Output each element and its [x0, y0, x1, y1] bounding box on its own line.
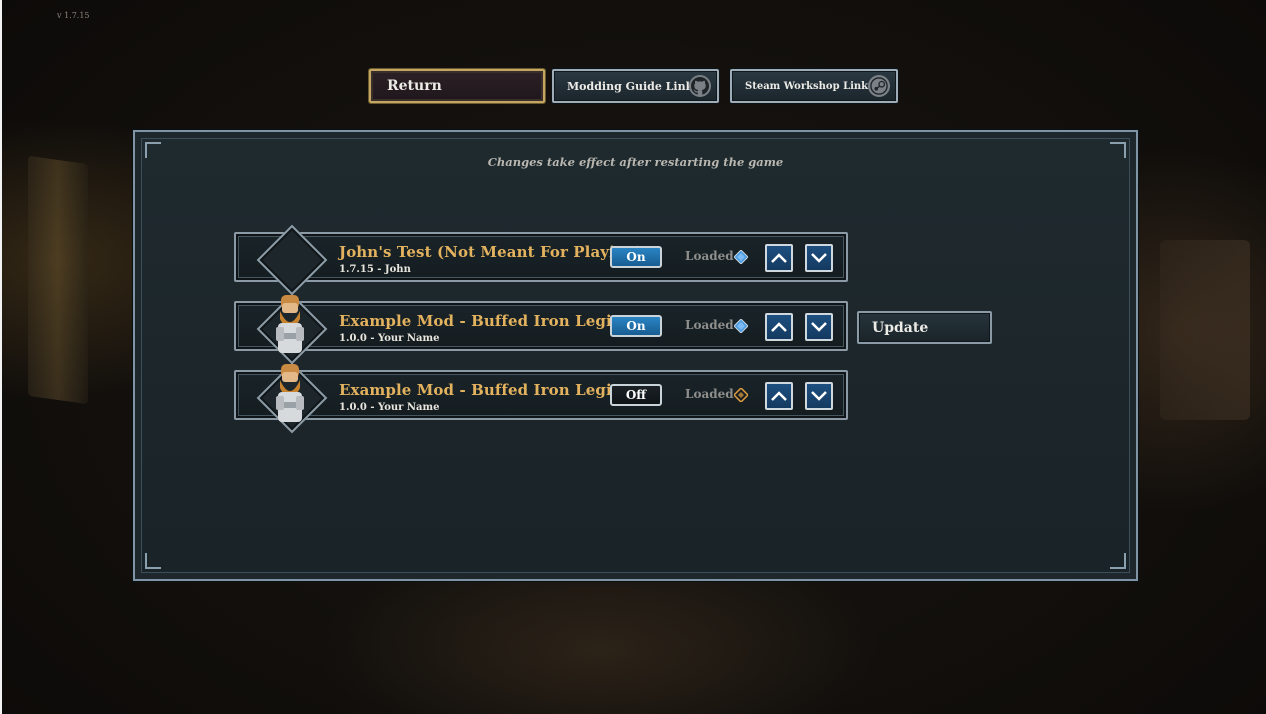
mod-row: Example Mod - Buffed Iron Legion 1.0.0 -…: [234, 293, 848, 365]
loaded-gem-icon: [734, 388, 748, 402]
chevron-down-icon: [811, 322, 827, 332]
dwarf-avatar-icon: [276, 295, 304, 353]
dwarf-avatar-icon: [276, 364, 304, 422]
return-button[interactable]: Return: [369, 69, 545, 103]
loaded-gem-icon: [734, 250, 748, 264]
chevron-down-icon: [811, 391, 827, 401]
mod-thumbnail-frame: [254, 291, 328, 365]
mod-title: Example Mod - Buffed Iron Legion: [339, 381, 633, 399]
update-button[interactable]: Update: [857, 311, 992, 344]
mod-title: Example Mod - Buffed Iron Legion: [339, 312, 633, 330]
github-icon: [689, 75, 711, 97]
chevron-down-icon: [811, 253, 827, 263]
move-down-button[interactable]: [805, 382, 833, 410]
restart-notice: Changes take effect after restarting the…: [487, 155, 784, 169]
mod-status: Loaded: [685, 249, 734, 263]
mod-version-author: 1.0.0 - Your Name: [339, 333, 440, 344]
chevron-up-icon: [771, 253, 787, 263]
mod-title: John's Test (Not Meant For Playing): [339, 243, 644, 261]
panel-corner-ornament: [145, 553, 161, 569]
modding-guide-link-button[interactable]: Modding Guide Link: [552, 69, 719, 103]
modding-guide-label: Modding Guide Link: [567, 79, 694, 93]
version-label: v 1.7.15: [57, 11, 90, 20]
mod-toggle-button[interactable]: Off: [610, 384, 662, 406]
update-button-label: Update: [872, 319, 929, 336]
move-up-button[interactable]: [765, 244, 793, 272]
background-banner: [28, 155, 88, 405]
mod-version-author: 1.0.0 - Your Name: [339, 402, 440, 413]
steam-workshop-link-button[interactable]: Steam Workshop Link: [730, 69, 898, 103]
mod-row: John's Test (Not Meant For Playing) 1.7.…: [234, 224, 848, 296]
move-down-button[interactable]: [805, 244, 833, 272]
move-up-button[interactable]: [765, 313, 793, 341]
mod-row: Example Mod - Buffed Iron Legion 1.0.0 -…: [234, 362, 848, 434]
mods-panel: Changes take effect after restarting the…: [133, 130, 1138, 581]
chevron-up-icon: [771, 322, 787, 332]
mod-toggle-button[interactable]: On: [610, 246, 662, 268]
steam-workshop-label: Steam Workshop Link: [745, 80, 869, 92]
mod-toggle-button[interactable]: On: [610, 315, 662, 337]
loaded-gem-icon: [734, 319, 748, 333]
window-edge: [0, 0, 2, 714]
mod-status: Loaded: [685, 318, 734, 332]
move-up-button[interactable]: [765, 382, 793, 410]
mod-version-author: 1.7.15 - John: [339, 264, 411, 275]
background-prop: [1160, 240, 1250, 420]
panel-corner-ornament: [1110, 553, 1126, 569]
mod-status: Loaded: [685, 387, 734, 401]
chevron-up-icon: [771, 391, 787, 401]
return-button-label: Return: [387, 78, 442, 94]
steam-icon: [868, 75, 890, 97]
mod-thumbnail-frame: [254, 222, 328, 296]
mod-thumbnail-frame: [254, 360, 328, 434]
move-down-button[interactable]: [805, 313, 833, 341]
